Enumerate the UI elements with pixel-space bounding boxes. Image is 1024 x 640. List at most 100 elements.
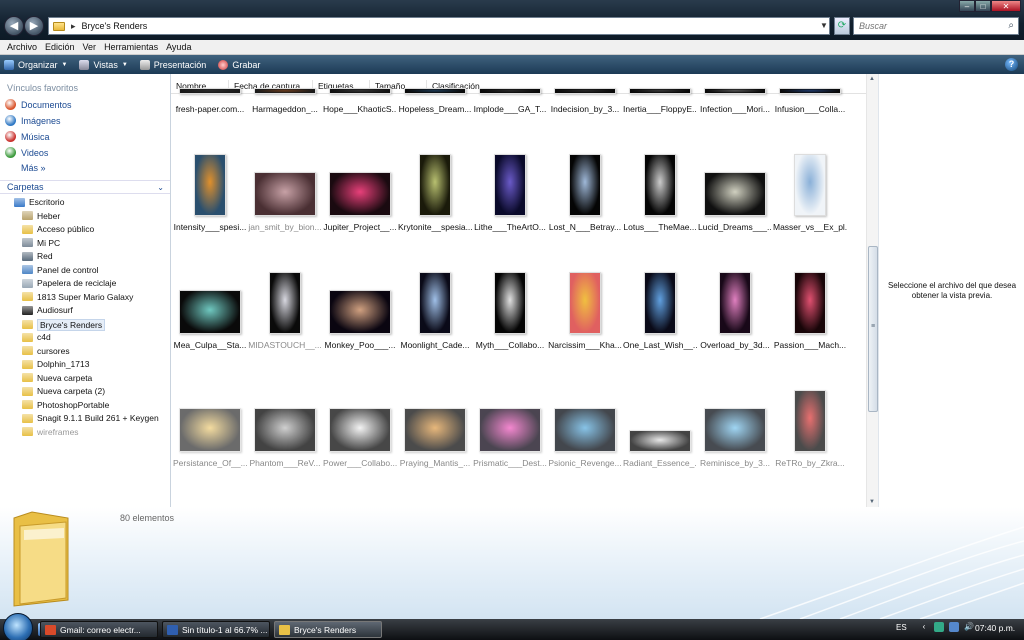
refresh-button[interactable]: ⟳ — [834, 17, 850, 35]
thumbnail-image[interactable] — [329, 172, 391, 216]
file-name[interactable]: Indecision_by_3... — [548, 104, 622, 114]
thumbnail-image[interactable] — [194, 154, 226, 216]
thumbnail-image[interactable] — [254, 408, 316, 452]
file-name[interactable]: Hope___KhaoticS... — [323, 104, 397, 114]
search-icon[interactable]: ⌕ — [1008, 20, 1014, 31]
tree-item-audiosurf[interactable]: Audiosurf — [22, 305, 73, 315]
tree-item-red[interactable]: Red — [22, 251, 53, 261]
thumbnail-image[interactable] — [779, 88, 841, 94]
minimize-button[interactable]: – — [959, 0, 975, 12]
start-button[interactable] — [3, 613, 33, 640]
views-button[interactable]: Vistas ▼ — [79, 59, 128, 70]
thumbnail-image[interactable] — [419, 154, 451, 216]
search-box[interactable]: ⌕ — [853, 17, 1019, 35]
search-input[interactable] — [854, 18, 994, 34]
tree-item-heber[interactable]: Heber — [22, 211, 60, 221]
file-name[interactable]: jan_smit_by_bion... — [248, 222, 322, 232]
tree-item-acceso-publico[interactable]: Acceso público — [22, 224, 94, 234]
tree-item-wireframes[interactable]: wireframes — [22, 427, 79, 437]
menu-ayuda[interactable]: Ayuda — [166, 42, 191, 52]
favorite-link-imagenes[interactable]: Imágenes — [5, 115, 61, 126]
menu-ver[interactable]: Ver — [83, 42, 97, 52]
file-name[interactable]: Narcissim___Kha... — [548, 340, 622, 350]
safely-remove-icon[interactable] — [934, 622, 944, 632]
menu-herramientas[interactable]: Herramientas — [104, 42, 158, 52]
thumbnail-image[interactable] — [719, 272, 751, 334]
address-field[interactable]: ▸ Bryce's Renders — [48, 17, 830, 35]
thumbnail-image[interactable] — [794, 272, 826, 334]
maximize-button[interactable]: □ — [975, 0, 991, 12]
file-name[interactable]: Moonlight_Cade... — [398, 340, 472, 350]
language-indicator[interactable]: ES — [896, 623, 907, 632]
tree-item-nueva-carpeta[interactable]: Nueva carpeta — [22, 373, 92, 383]
file-name[interactable]: Masser_vs__Ex_pl... — [773, 222, 847, 232]
file-name[interactable]: Lucid_Dreams___... — [698, 222, 772, 232]
file-name[interactable]: MIDASTOUCH__... — [248, 340, 322, 350]
file-name[interactable]: Praying_Mantis_... — [398, 458, 472, 468]
thumbnail-image[interactable] — [569, 154, 601, 216]
tree-item-snagit-9-1-1-build-261-keygen[interactable]: Snagit 9.1.1 Build 261 + Keygen — [22, 413, 159, 423]
scroll-down-icon[interactable]: ▼ — [869, 499, 875, 505]
chevron-left-icon[interactable]: ‹ — [919, 622, 929, 632]
favorite-link-musica[interactable]: Música — [5, 131, 50, 142]
vertical-scrollbar[interactable]: ▲ ≡ ▼ — [866, 74, 878, 507]
thumbnail-image[interactable] — [479, 408, 541, 452]
thumbnail-image[interactable] — [494, 272, 526, 334]
help-button[interactable]: ? — [1005, 58, 1018, 71]
thumbnail-image[interactable] — [644, 272, 676, 334]
file-name[interactable]: Reminisce_by_3... — [698, 458, 772, 468]
close-button[interactable]: ✕ — [991, 0, 1021, 12]
file-name[interactable]: One_Last_Wish__... — [623, 340, 697, 350]
taskbar-button-bryce-s-renders[interactable]: Bryce's Renders — [274, 621, 382, 638]
tree-item-nueva-carpeta-2[interactable]: Nueva carpeta (2) — [22, 386, 105, 396]
thumbnail-image[interactable] — [329, 290, 391, 334]
thumbnail-image[interactable] — [704, 172, 766, 216]
thumbnail-image[interactable] — [629, 88, 691, 94]
thumbnail-image[interactable] — [179, 88, 241, 94]
file-name[interactable]: Infection___Mori... — [698, 104, 772, 114]
tree-item-c4d[interactable]: c4d — [22, 332, 51, 342]
file-name[interactable]: Intensity___spesi... — [173, 222, 247, 232]
organize-button[interactable]: Organizar ▼ — [4, 59, 67, 70]
scrollbar-thumb[interactable]: ≡ — [868, 246, 878, 412]
file-name[interactable]: Inertia___FloppyE... — [623, 104, 697, 114]
tree-item-papelera-de-reciclaje[interactable]: Papelera de reciclaje — [22, 278, 116, 288]
tree-item-bryce-s-renders[interactable]: Bryce's Renders — [22, 318, 106, 331]
menu-archivo[interactable]: Archivo — [7, 42, 37, 52]
thumbnail-image[interactable] — [404, 88, 466, 94]
favorite-link-videos[interactable]: Videos — [5, 147, 48, 158]
file-name[interactable]: Psionic_Revenge... — [548, 458, 622, 468]
scroll-up-icon[interactable]: ▲ — [869, 76, 875, 82]
tree-item-photoshopportable[interactable]: PhotoshopPortable — [22, 400, 109, 410]
thumbnail-image[interactable] — [704, 88, 766, 94]
file-name[interactable]: Krytonite__spesia... — [398, 222, 472, 232]
burn-button[interactable]: Grabar — [218, 59, 260, 70]
file-name[interactable]: Phantom___ReV... — [248, 458, 322, 468]
thumbnail-image[interactable] — [494, 154, 526, 216]
file-name[interactable]: Implode___GA_T... — [473, 104, 547, 114]
forward-button[interactable]: ▶ — [24, 16, 44, 36]
file-name[interactable]: Lotus___TheMae... — [623, 222, 697, 232]
file-name[interactable]: Infusion___Colla... — [773, 104, 847, 114]
menu-edicion[interactable]: Edición — [45, 42, 75, 52]
file-list[interactable]: Nombre Fecha de captura Etiquetas Tamaño… — [171, 74, 866, 507]
file-name[interactable]: Hopeless_Dream... — [398, 104, 472, 114]
slideshow-button[interactable]: Presentación — [139, 59, 206, 70]
tree-item-dolphin-1713[interactable]: Dolphin_1713 — [22, 359, 89, 369]
thumbnail-image[interactable] — [254, 172, 316, 216]
file-name[interactable]: Lithe___TheArtO... — [473, 222, 547, 232]
file-name[interactable]: Power___Collabo... — [323, 458, 397, 468]
taskbar-button-gmail-correo-electr[interactable]: Gmail: correo electr... — [40, 621, 158, 638]
more-links[interactable]: Más » — [21, 163, 46, 173]
thumbnail-image[interactable] — [404, 408, 466, 452]
thumbnail-image[interactable] — [329, 408, 391, 452]
thumbnail-image[interactable] — [254, 88, 316, 94]
thumbnail-image[interactable] — [629, 430, 691, 452]
tree-item-escritorio[interactable]: Escritorio — [14, 197, 64, 207]
file-name[interactable]: Overload_by_3d... — [698, 340, 772, 350]
favorite-link-documentos[interactable]: Documentos — [5, 99, 72, 110]
thumbnail-image[interactable] — [479, 88, 541, 94]
folders-header[interactable]: Carpetas ⌄ — [0, 180, 170, 194]
breadcrumb-current[interactable]: Bryce's Renders — [82, 21, 148, 31]
tree-item-cursores[interactable]: cursores — [22, 346, 70, 356]
